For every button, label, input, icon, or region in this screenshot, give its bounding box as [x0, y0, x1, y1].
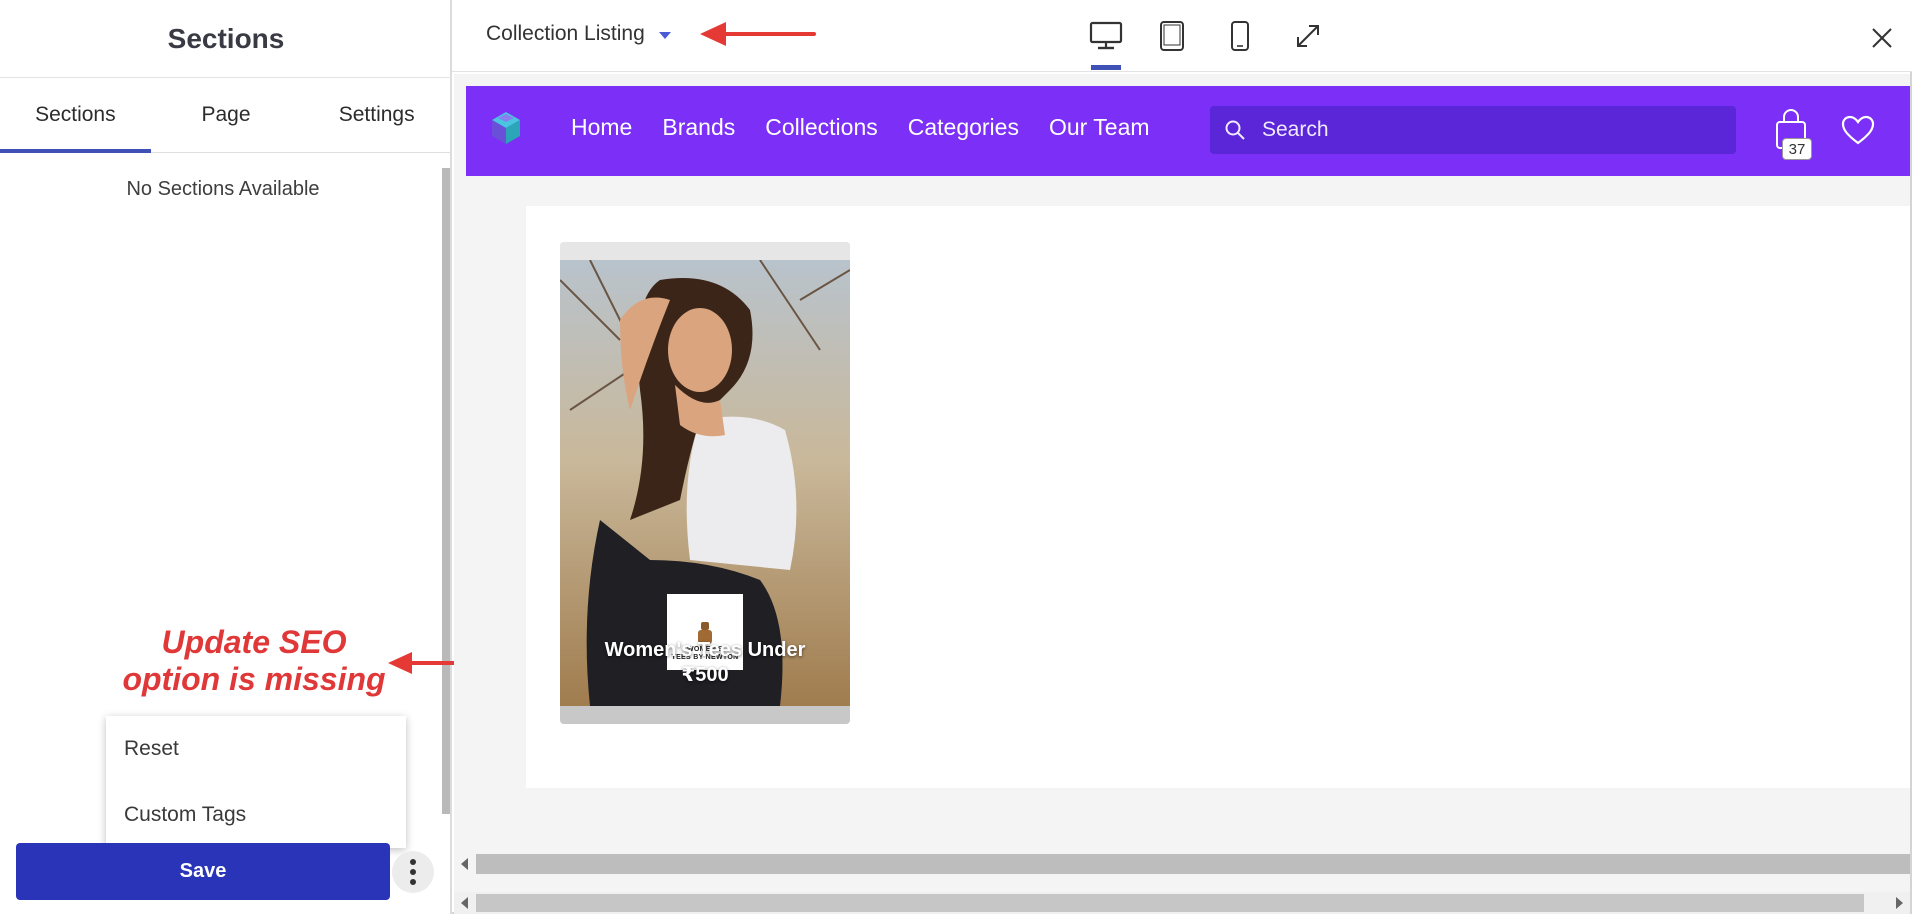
frame-horizontal-scrollbar[interactable] — [454, 892, 1910, 914]
tab-sections[interactable]: Sections — [0, 78, 151, 153]
active-device-indicator — [1091, 65, 1121, 70]
empty-state-message: No Sections Available — [126, 178, 320, 200]
collection-title: Women's Tees Under ₹500 — [560, 638, 850, 688]
collection-title-line-2: ₹500 — [681, 664, 729, 686]
tab-settings[interactable]: Settings — [301, 78, 452, 152]
nav-links: Home Brands Collections Categories Our T… — [571, 114, 1150, 141]
panel-title: Sections — [0, 0, 452, 78]
options-menu: Reset Custom Tags — [106, 716, 406, 848]
preview-horizontal-scrollbar[interactable] — [454, 854, 1910, 876]
site-preview: Home Brands Collections Categories Our T… — [454, 74, 1910, 914]
search-icon — [1225, 120, 1245, 140]
nav-link-categories[interactable]: Categories — [908, 114, 1019, 141]
store-logo-icon[interactable] — [484, 106, 528, 150]
menu-item-reset[interactable]: Reset — [106, 716, 406, 782]
annotation-line-2: option is missing — [122, 661, 386, 697]
wishlist-heart-icon[interactable] — [1840, 114, 1876, 146]
nav-link-brands[interactable]: Brands — [662, 114, 735, 141]
left-panel: Sections Sections Page Settings No Secti… — [0, 0, 452, 914]
scrollbar-thumb[interactable] — [476, 894, 1864, 912]
annotation-line-1: Update SEO — [161, 624, 347, 660]
editor-topbar: Collection Listing — [452, 0, 1912, 72]
nav-link-collections[interactable]: Collections — [765, 114, 878, 141]
mobile-icon[interactable] — [1220, 16, 1260, 56]
scroll-right-icon[interactable] — [1892, 895, 1906, 911]
save-button[interactable]: Save — [16, 843, 390, 900]
card-top-strip — [560, 242, 850, 260]
tab-bar: Sections Page Settings — [0, 78, 452, 153]
panel-scrollbar[interactable] — [442, 168, 450, 814]
cart-count-badge: 37 — [1782, 138, 1812, 160]
scrollbar-thumb[interactable] — [476, 854, 1910, 874]
chevron-down-icon — [658, 32, 671, 39]
scroll-left-icon[interactable] — [458, 895, 472, 911]
page-selector-label: Collection Listing — [486, 22, 645, 45]
nav-link-home[interactable]: Home — [571, 114, 632, 141]
tablet-icon[interactable] — [1152, 16, 1192, 56]
annotation-arrow-top-icon — [700, 22, 816, 46]
annotation-text: Update SEO option is missing — [104, 624, 404, 698]
collection-card[interactable]: WOMEN'S TEES BY NEWTON Women's Tees Unde… — [560, 242, 850, 724]
card-bottom-strip — [560, 706, 850, 724]
expand-icon[interactable] — [1288, 16, 1328, 56]
more-options-icon[interactable] — [392, 851, 434, 893]
menu-item-custom-tags[interactable]: Custom Tags — [106, 782, 406, 848]
store-navbar: Home Brands Collections Categories Our T… — [466, 86, 1910, 176]
scroll-left-icon[interactable] — [458, 856, 472, 872]
nav-link-our-team[interactable]: Our Team — [1049, 114, 1150, 141]
collection-title-line-1: Women's Tees Under — [604, 639, 806, 661]
search-placeholder: Search — [1262, 118, 1329, 141]
close-icon[interactable] — [1862, 20, 1902, 56]
tab-page[interactable]: Page — [151, 78, 302, 152]
search-input[interactable]: Search — [1210, 106, 1736, 154]
desktop-icon[interactable] — [1086, 16, 1126, 56]
page-selector-dropdown[interactable]: Collection Listing — [486, 22, 671, 46]
